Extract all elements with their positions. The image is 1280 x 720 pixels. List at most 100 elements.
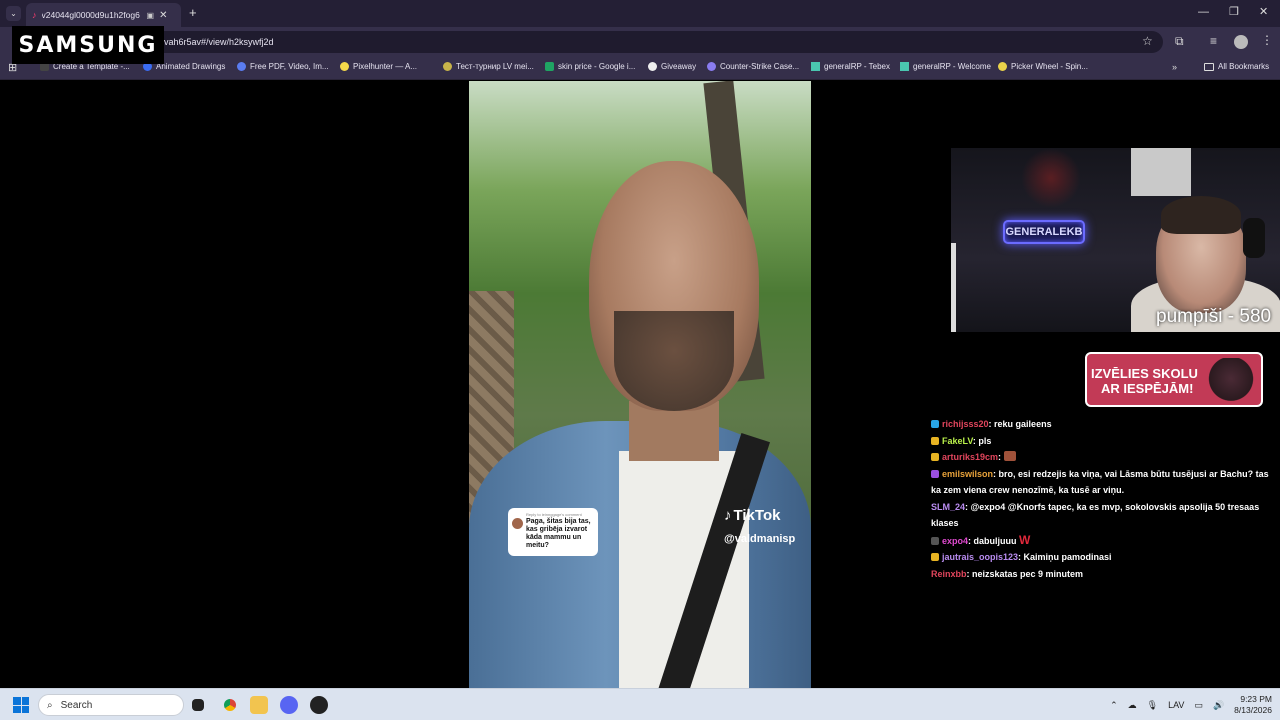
chat-text: : @expo4 @Knorfs tapec, ka es mvp, sokol…	[931, 501, 1260, 529]
badge-icon	[931, 553, 939, 561]
file-explorer-icon[interactable]	[250, 696, 268, 714]
chat-message: richijsss20: reku gaileens	[931, 416, 1271, 433]
clock-date: 8/13/2026	[1234, 705, 1272, 715]
bookmark-item[interactable]: skin price - Google i...	[545, 62, 635, 71]
chat-text: : dabuljuuu	[968, 535, 1017, 546]
taskbar-search[interactable]: ⌕ Search	[38, 694, 184, 716]
tiktok-favicon-icon: ♪	[32, 10, 37, 20]
bookmark-item[interactable]: Counter-Strike Case...	[707, 62, 799, 71]
microphone-icon[interactable]: 🎙	[1147, 700, 1158, 711]
bookmark-item[interactable]: Тест-турнир LV mei...	[443, 62, 534, 71]
badge-icon	[931, 536, 939, 545]
language-indicator[interactable]: LAV	[1168, 700, 1184, 710]
folder-icon	[1204, 62, 1214, 71]
giveaway-icon	[648, 62, 657, 71]
red-light	[1021, 148, 1081, 208]
chat-username[interactable]: arturiks19cm	[942, 452, 998, 462]
new-tab-button[interactable]: +	[189, 5, 197, 20]
maximize-button[interactable]: ❐	[1229, 5, 1239, 18]
close-window-button[interactable]: ✕	[1259, 5, 1268, 18]
search-icon: ⌕	[47, 699, 53, 711]
windows-start-icon[interactable]	[13, 697, 29, 713]
comment-text: Paga, šitas bija tas, kas gribēja izvaro…	[526, 518, 591, 549]
display-icon[interactable]: ▭	[1194, 700, 1203, 711]
streamer-webcam: GENERALEKB	[951, 148, 1280, 332]
bookmark-item[interactable]: Free PDF, Video, Im...	[237, 62, 329, 71]
bookmark-item[interactable]: Pixelhunter — A...	[340, 62, 417, 71]
tiktok-video[interactable]	[469, 81, 811, 688]
chat-message: arturiks19cm:	[931, 449, 1271, 466]
menu-icon[interactable]: ⋮	[1261, 33, 1273, 47]
browser-tab-bar: ⌄ ♪ v24044gl0000d9u1h2fog6 ▣ ✕ + — ❐ ✕	[0, 0, 1280, 27]
chrome-icon[interactable]	[221, 696, 239, 714]
bookmark-item[interactable]: Picker Wheel - Spin...	[998, 62, 1088, 71]
browser-tab[interactable]: ♪ v24044gl0000d9u1h2fog6 ▣ ✕	[26, 3, 181, 27]
obs-icon[interactable]	[310, 696, 328, 714]
network-cloud-icon[interactable]: ☁	[1128, 700, 1137, 711]
chevron-up-icon[interactable]: ⌃	[1110, 700, 1118, 711]
chat-message: jautrais_oopis123: Kaimiņu pamodinasi	[931, 549, 1271, 566]
profile-avatar[interactable]	[1234, 35, 1248, 49]
tiktok-logo-icon: ♪	[724, 507, 732, 524]
url-text: vah6r5av#/view/h2ksywfj2d	[164, 37, 274, 47]
discord-icon[interactable]	[280, 696, 298, 714]
clock-time: 9:23 PM	[1240, 694, 1272, 704]
badge-icon	[931, 436, 939, 445]
bookmark-item[interactable]: Giveaway	[648, 62, 696, 71]
more-bookmarks-icon[interactable]: »	[1172, 62, 1177, 72]
streamer-hair	[1161, 196, 1241, 234]
minimize-button[interactable]: —	[1198, 6, 1209, 18]
chat-text: : pls	[972, 435, 992, 446]
tournament-icon	[443, 62, 452, 71]
badge-icon	[931, 469, 939, 478]
chat-text: : Kaimiņu pamodinasi	[1018, 552, 1112, 562]
chat-username[interactable]: emilswilson	[942, 469, 993, 479]
reply-comment-bubble: Reply to ieinnggage's comment Paga, šita…	[508, 508, 598, 556]
media-control-icon[interactable]: ≡	[1210, 34, 1217, 48]
chat-text: :	[998, 452, 1004, 462]
bookmarks-bar: ⊞ Create a Template -... Animated Drawin…	[0, 57, 1280, 80]
chat-panel: richijsss20: reku gaileens FakeLV: pls a…	[931, 416, 1271, 582]
bookmark-star-icon[interactable]: ☆	[1142, 34, 1153, 48]
windows-taskbar: ⌕ Search ⌃ ☁ 🎙 LAV ▭ 🔊 9:23 PM 8/13/2026	[0, 688, 1280, 720]
badge-icon	[931, 420, 939, 428]
chat-message: expo4: dabuljuuu W	[931, 532, 1271, 550]
chat-message: Reinxbb: neizskatas pec 9 minutem	[931, 566, 1271, 583]
chat-username[interactable]: expo4	[942, 536, 968, 546]
system-tray: ⌃ ☁ 🎙 LAV ▭ 🔊 9:23 PM 8/13/2026	[1110, 694, 1272, 716]
cs-icon	[707, 62, 716, 71]
badge-icon	[931, 453, 939, 461]
bookmark-item[interactable]: generalRP - Tebex	[811, 62, 890, 71]
mascot-icon	[1205, 358, 1257, 404]
beard	[614, 311, 734, 411]
wall-shelf	[1131, 148, 1191, 196]
emote-icon	[1003, 451, 1016, 461]
chat-message: SLM_24: @expo4 @Knorfs tapec, ka es mvp,…	[931, 499, 1271, 532]
tiktok-handle: @valdmanisp	[724, 533, 796, 545]
extensions-icon[interactable]: ⧉	[1175, 34, 1184, 49]
clock[interactable]: 9:23 PM 8/13/2026	[1234, 694, 1272, 716]
emote-w: W	[1019, 532, 1031, 547]
all-bookmarks-button[interactable]: All Bookmarks	[1204, 62, 1269, 71]
chat-username[interactable]: Reinxbb	[931, 569, 967, 579]
task-view-icon[interactable]	[192, 699, 204, 711]
tiktok-watermark: ♪ TikTok	[724, 507, 781, 524]
reply-header: Reply to ieinnggage's comment	[526, 512, 582, 517]
chat-message: FakeLV: pls	[931, 433, 1271, 450]
bookmark-item[interactable]: generalRP - Welcome	[900, 62, 991, 71]
webcam-overlay-text: pumpīši - 580	[1156, 306, 1272, 327]
school-ad-banner: IZVĒLIES SKOLU AR IESPĒJĀM!	[1085, 352, 1263, 407]
chat-username[interactable]: SLM_24	[931, 502, 965, 512]
cable	[951, 243, 956, 332]
tab-search-button[interactable]: ⌄	[6, 6, 21, 21]
chat-username[interactable]: jautrais_oopis123	[942, 552, 1018, 562]
pdf-icon	[237, 62, 246, 71]
chat-text: : neizskatas pec 9 minutem	[966, 568, 1084, 579]
chat-username[interactable]: FakeLV	[942, 436, 973, 446]
volume-icon[interactable]: 🔊	[1213, 700, 1224, 711]
tab-close-icon[interactable]: ✕	[159, 10, 167, 21]
chat-message: emilswilson: bro, esi redzejis ka viņa, …	[931, 466, 1271, 499]
headset	[1243, 218, 1265, 258]
chat-username[interactable]: richijsss20	[942, 419, 989, 429]
pixelhunter-icon	[340, 62, 349, 71]
